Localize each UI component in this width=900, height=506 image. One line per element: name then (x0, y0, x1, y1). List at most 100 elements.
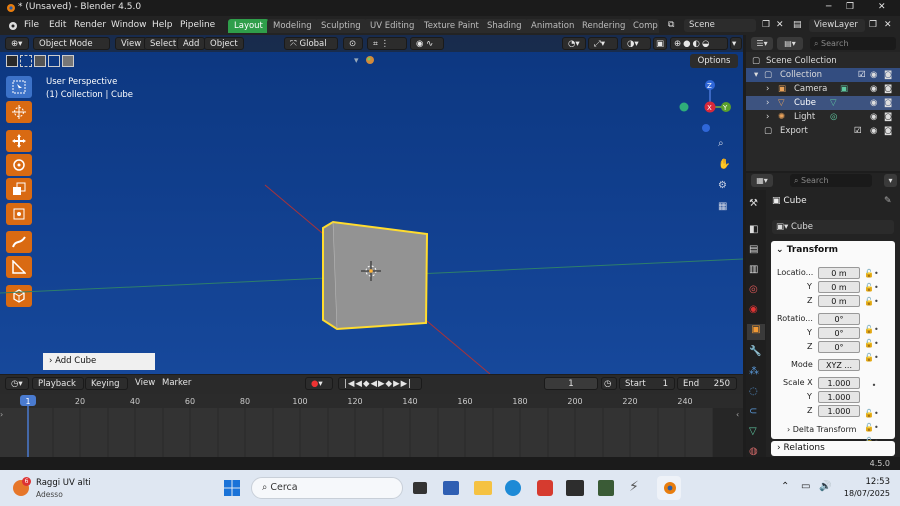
camera-render-icon[interactable]: ◙ (884, 68, 892, 82)
scene-tab-icon[interactable]: ◎ (749, 284, 758, 295)
checkbox-icon[interactable]: ☑ (858, 68, 866, 82)
maximize-button[interactable]: ❐ (846, 2, 854, 12)
camera-render-icon[interactable]: ◙ (884, 82, 892, 96)
menu-pipeline[interactable]: Pipeline (180, 20, 215, 30)
tab-animation[interactable]: Animation (525, 19, 581, 33)
eye-icon[interactable]: ◉ (870, 110, 877, 124)
close-button[interactable]: ✕ (878, 2, 886, 12)
3d-viewport[interactable]: ⊕▾ Object Mode View Select Add Object ⤧ … (0, 35, 743, 374)
timeline-sidebar-icon[interactable]: ‹ (736, 410, 739, 419)
location-z-field[interactable]: 0 m (818, 295, 860, 307)
taskbar-search-input[interactable]: ⌕ Cerca (251, 477, 403, 499)
view-layer-tab-icon[interactable]: ▥ (749, 264, 758, 275)
app-icon-3[interactable]: ⚡ (629, 479, 639, 495)
tab-layout[interactable]: Layout (228, 19, 269, 33)
app-icon-1[interactable] (566, 480, 584, 496)
outliner-row-cube[interactable]: › ▽ Cube ▽ ◉ ◙ (746, 96, 900, 110)
tab-uv-editing[interactable]: UV Editing (364, 19, 421, 33)
camera-render-icon[interactable]: ◙ (884, 96, 892, 110)
output-tab-icon[interactable]: ▤ (749, 244, 758, 255)
location-x-field[interactable]: 0 m (818, 267, 860, 279)
data-tab-icon[interactable]: ▽ (749, 426, 757, 437)
tab-sculpting[interactable]: Sculpting (315, 19, 367, 33)
display-mode-icon[interactable]: ▤▾ (777, 37, 803, 50)
outliner-row-collection[interactable]: ▾ ▢ Collection ☑ ◉ ◙ (746, 68, 900, 82)
outliner-editor-icon[interactable]: ☰▾ (751, 37, 773, 50)
modifier-tab-icon[interactable]: 🔧 (749, 346, 761, 357)
camera-render-icon[interactable]: ◙ (884, 124, 892, 138)
scene-copy-icon[interactable]: ❐ (762, 20, 770, 30)
pin-icon[interactable]: ✎ (884, 196, 892, 206)
timeline-expand-icon[interactable]: › (0, 410, 3, 419)
rotation-z-field[interactable]: 0° (818, 341, 860, 353)
edge-icon[interactable] (505, 480, 521, 496)
menu-file[interactable]: File (24, 20, 39, 30)
view-layer-delete-icon[interactable]: ✕ (884, 20, 892, 30)
tab-texture-paint[interactable]: Texture Paint (418, 19, 485, 33)
scene-icon[interactable]: ⧉ (668, 20, 674, 30)
eye-icon[interactable]: ◉ (870, 96, 877, 110)
tab-compositing[interactable]: Comp (629, 19, 659, 33)
weather-title[interactable]: Raggi UV alti (36, 478, 91, 488)
camera-view-icon[interactable]: ⚙ (718, 180, 727, 191)
menu-render[interactable]: Render (74, 20, 106, 30)
store-icon[interactable] (443, 481, 459, 495)
tab-shading[interactable]: Shading (481, 19, 528, 33)
scene-delete-icon[interactable]: ✕ (776, 20, 784, 30)
rotation-mode-dropdown[interactable]: XYZ ... (818, 359, 860, 371)
eye-icon[interactable]: ◉ (870, 124, 877, 138)
rotation-x-field[interactable]: 0° (818, 313, 860, 325)
timeline-view-menu[interactable]: View (130, 377, 160, 390)
outliner-row-scene-collection[interactable]: ▢ Scene Collection (746, 54, 900, 68)
view-layer-copy-icon[interactable]: ❐ (869, 20, 877, 30)
clock-time[interactable]: 12:53 (852, 477, 891, 487)
physics-tab-icon[interactable]: ◌ (749, 386, 758, 397)
eye-icon[interactable]: ◉ (870, 82, 877, 96)
menu-help[interactable]: Help (152, 20, 173, 30)
scale-z-field[interactable]: 1.000 (818, 405, 860, 417)
chevron-up-icon[interactable]: ⌃ (781, 481, 789, 492)
tab-modeling[interactable]: Modeling (267, 19, 318, 33)
outliner-row-camera[interactable]: › ▣ Camera ▣ ◉ ◙ (746, 82, 900, 96)
blender-menu-icon[interactable] (6, 20, 18, 34)
view-layer-icon[interactable]: ▤ (793, 20, 802, 30)
rotation-y-field[interactable]: 0° (818, 327, 860, 339)
pan-hand-icon[interactable]: ✋ (718, 159, 730, 170)
properties-editor-icon[interactable]: ▦▾ (751, 174, 773, 187)
lock-icons-column[interactable]: 🔓•🔓•🔓•🔓•🔓•🔓• •🔓•🔓•🔓• (864, 267, 879, 449)
object-tab-icon[interactable]: ▣ (747, 324, 765, 340)
zoom-icon[interactable]: ⌕ (718, 138, 724, 149)
relations-panel[interactable]: › Relations (771, 441, 895, 456)
network-icon[interactable]: ▭ (801, 481, 810, 492)
constraints-tab-icon[interactable]: ⊂ (749, 406, 757, 417)
blender-taskbar-icon[interactable] (657, 476, 681, 500)
current-frame-field[interactable]: 1 (544, 377, 598, 390)
object-name-field[interactable]: ▣▾ Cube (772, 220, 894, 234)
tool-tab-icon[interactable]: ⚒ (749, 198, 758, 209)
start-frame-field[interactable]: Start 1 (619, 377, 675, 390)
app-icon-2[interactable] (598, 480, 614, 496)
particles-tab-icon[interactable]: ⁂ (749, 366, 759, 377)
checkbox-icon[interactable]: ☑ (854, 124, 862, 138)
transform-panel-header[interactable]: ⌄ Transform (776, 245, 838, 255)
tab-rendering[interactable]: Rendering (576, 19, 632, 33)
office-icon[interactable] (537, 480, 553, 496)
scale-y-field[interactable]: 1.000 (818, 391, 860, 403)
eye-icon[interactable]: ◉ (870, 68, 877, 82)
menu-window[interactable]: Window (111, 20, 147, 30)
preview-range-icon[interactable]: ◷ (601, 377, 617, 390)
windows-start-icon[interactable] (224, 480, 240, 499)
menu-edit[interactable]: Edit (49, 20, 66, 30)
auto-keying-icon[interactable]: ●▾ (305, 377, 333, 390)
volume-icon[interactable]: 🔊 (819, 481, 831, 492)
timeline-editor-icon[interactable]: ◷▾ (5, 377, 29, 390)
playback-menu[interactable]: Playback ▾ (32, 377, 84, 402)
material-tab-icon[interactable]: ◍ (749, 446, 758, 457)
timeline-marker-menu[interactable]: Marker (157, 377, 196, 390)
delta-transform-subpanel[interactable]: › Delta Transform (787, 425, 856, 434)
view-layer-field[interactable]: ViewLayer (809, 19, 865, 32)
scene-name-field[interactable]: Scene (684, 19, 756, 32)
ortho-grid-icon[interactable]: ▦ (718, 201, 727, 212)
add-cube-operator-panel[interactable]: › Add Cube (43, 353, 155, 370)
properties-options-icon[interactable]: ▾ (884, 174, 897, 187)
